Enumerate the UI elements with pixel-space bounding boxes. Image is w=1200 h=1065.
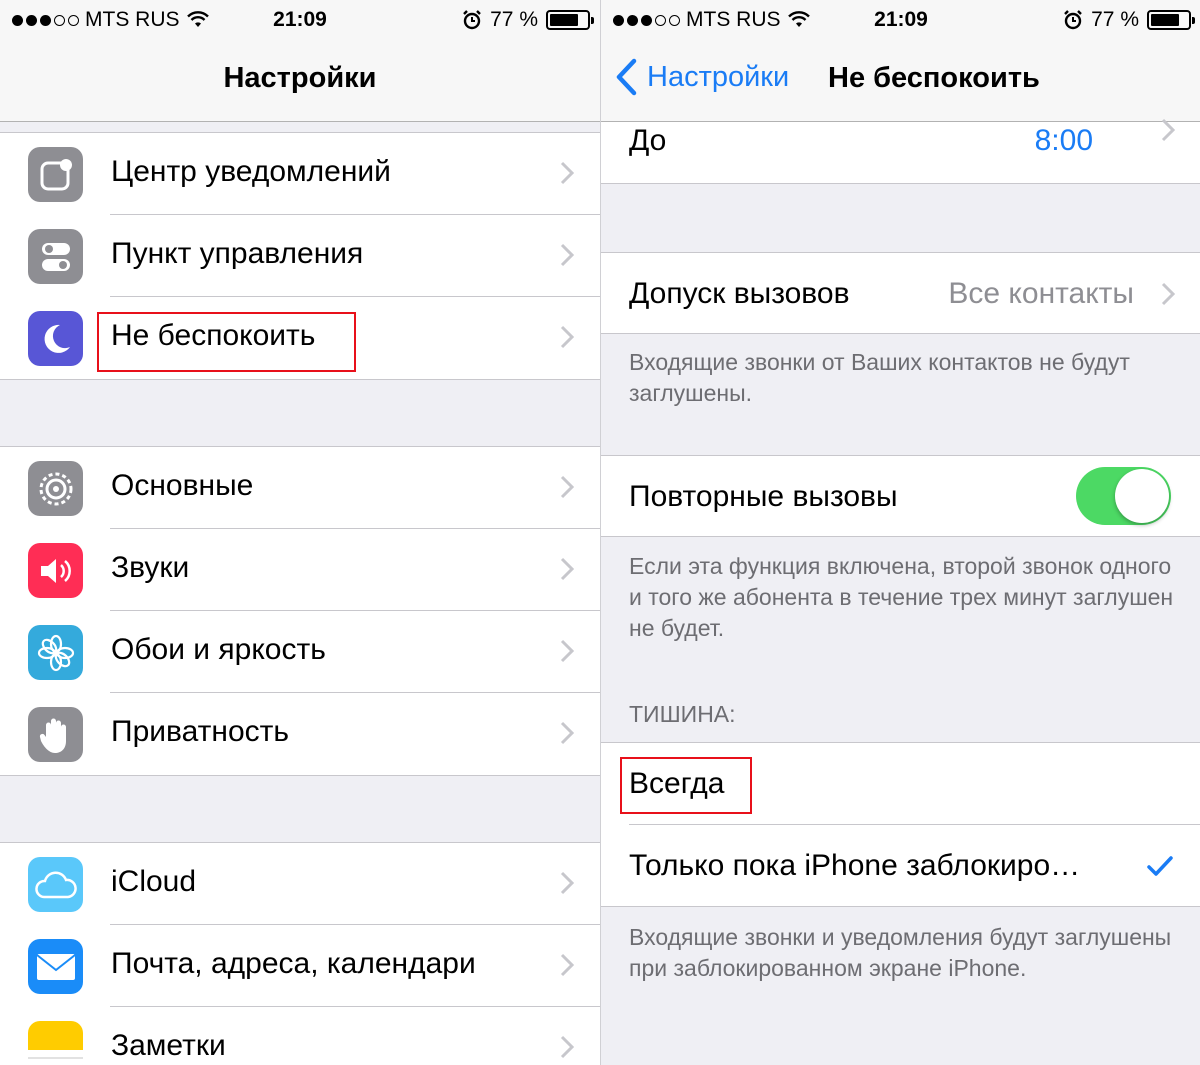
mail-icon xyxy=(28,939,83,994)
allow-calls-note: Входящие звонки от Ваших контактов не бу… xyxy=(629,349,1130,406)
silence-option-label: Только пока iPhone заблокиро… xyxy=(629,849,1081,882)
chevron-right-icon xyxy=(560,721,575,750)
settings-item-notes[interactable]: Заметки xyxy=(0,1007,600,1065)
chevron-right-icon xyxy=(560,871,575,900)
allow-calls-row[interactable]: Допуск вызовов Все контакты xyxy=(601,252,1200,334)
hand-icon xyxy=(28,707,83,762)
settings-item-cloud[interactable]: iCloud xyxy=(0,843,600,925)
settings-item-label: Пункт управления xyxy=(111,237,364,270)
battery-label: 77 % xyxy=(490,8,538,31)
cloud-icon xyxy=(28,857,83,912)
settings-group: iCloud Почта, адреса, календари Заметки xyxy=(0,842,600,1065)
settings-item-notification-center[interactable]: Центр уведомлений xyxy=(0,133,600,215)
back-label: Настройки xyxy=(647,60,790,93)
silence-header: ТИШИНА: xyxy=(629,701,736,727)
chevron-right-icon xyxy=(560,557,575,586)
chevron-right-icon xyxy=(1161,118,1175,142)
settings-item-control-center[interactable]: Пункт управления xyxy=(0,215,600,297)
allow-calls-value: Все контакты xyxy=(948,277,1134,310)
allow-calls-label: Допуск вызовов xyxy=(629,277,850,310)
highlight-box-always xyxy=(620,757,752,814)
chevron-right-icon xyxy=(560,325,575,354)
status-bar: MTS RUS 21:09 77 % xyxy=(601,0,1200,40)
checkmark-icon xyxy=(1147,856,1173,876)
speaker-icon xyxy=(28,543,83,598)
repeated-calls-note: Если эта функция включена, второй звонок… xyxy=(629,553,1174,641)
until-row[interactable]: До 8:00 xyxy=(601,118,1200,184)
settings-item-gear[interactable]: Основные xyxy=(0,447,600,529)
settings-item-mail[interactable]: Почта, адреса, календари xyxy=(0,925,600,1007)
toggle-knob xyxy=(1115,469,1169,523)
settings-screen: MTS RUS 21:09 77 % Настройки Центр уведо… xyxy=(0,0,600,1065)
settings-item-label: Приватность xyxy=(111,715,289,748)
control-center-icon xyxy=(28,229,83,284)
settings-item-flower[interactable]: Обои и яркость xyxy=(0,611,600,693)
settings-item-label: Почта, адреса, календари xyxy=(111,947,476,980)
alarm-icon xyxy=(1064,10,1082,30)
settings-group: Основные Звуки Обои и яркость Приватность xyxy=(0,446,600,776)
repeated-calls-label: Повторные вызовы xyxy=(629,480,898,513)
gear-icon xyxy=(28,461,83,516)
repeated-calls-toggle[interactable] xyxy=(1076,467,1171,525)
repeated-calls-row: Повторные вызовы xyxy=(601,455,1200,537)
silence-option-locked[interactable]: Только пока iPhone заблокиро… xyxy=(601,825,1200,907)
page-title: Настройки xyxy=(223,62,377,94)
chevron-right-icon xyxy=(560,1035,575,1064)
chevron-right-icon xyxy=(560,161,575,190)
chevron-right-icon xyxy=(560,953,575,982)
chevron-right-icon xyxy=(1161,282,1175,306)
settings-item-label: Обои и яркость xyxy=(111,633,326,666)
notes-icon xyxy=(28,1021,83,1065)
settings-item-label: Заметки xyxy=(111,1029,226,1062)
page-title: Не беспокоить xyxy=(828,62,1040,94)
status-bar: MTS RUS 21:09 77 % xyxy=(0,0,600,40)
flower-icon xyxy=(28,625,83,680)
battery-level xyxy=(1151,14,1179,26)
highlight-box-dnd xyxy=(97,312,356,372)
nav-bar: Настройки Не беспокоить xyxy=(601,40,1200,122)
nav-bar: Настройки xyxy=(0,40,600,122)
chevron-right-icon xyxy=(560,475,575,504)
chevron-right-icon xyxy=(560,639,575,668)
until-value: 8:00 xyxy=(1034,124,1093,157)
battery-icon xyxy=(546,10,594,30)
battery-label: 77 % xyxy=(1091,8,1139,31)
until-label: До xyxy=(629,124,667,157)
chevron-right-icon xyxy=(560,243,575,272)
settings-item-label: iCloud xyxy=(111,865,197,898)
settings-item-hand[interactable]: Приватность xyxy=(0,693,600,775)
settings-item-label: Звуки xyxy=(111,551,190,584)
silence-note: Входящие звонки и уведомления будут загл… xyxy=(629,924,1172,981)
chevron-left-icon xyxy=(616,58,637,96)
notification-center-icon xyxy=(28,147,83,202)
alarm-icon xyxy=(463,10,481,30)
settings-item-speaker[interactable]: Звуки xyxy=(0,529,600,611)
do-not-disturb-screen: MTS RUS 21:09 77 % Настройки Не беспокои… xyxy=(600,0,1200,1065)
battery-level xyxy=(550,14,578,26)
moon-icon xyxy=(28,311,83,366)
settings-item-label: Основные xyxy=(111,469,254,502)
settings-item-label: Центр уведомлений xyxy=(111,155,391,188)
battery-icon xyxy=(1147,10,1195,30)
back-button[interactable]: Настройки xyxy=(615,58,789,96)
